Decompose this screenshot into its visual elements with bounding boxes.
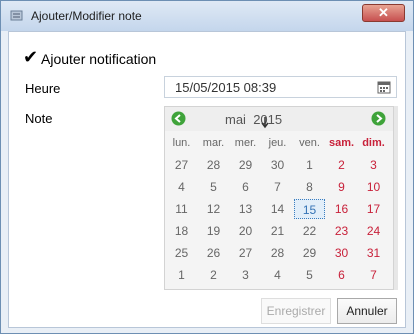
notification-label: Ajouter notification (41, 51, 157, 67)
weekday-header: lun. (172, 137, 191, 149)
calendar-day[interactable]: 21 (262, 221, 293, 241)
calendar-day[interactable]: 13 (230, 199, 261, 219)
calendar-day[interactable]: 27 (166, 155, 197, 175)
weekday-header: mer. (234, 137, 257, 149)
calendar-day[interactable]: 7 (358, 265, 389, 285)
close-button[interactable]: ✕ (362, 4, 405, 22)
calendar-day[interactable]: 1 (294, 155, 325, 175)
calendar-day[interactable]: 6 (230, 177, 261, 197)
calendar-day[interactable]: 7 (262, 177, 293, 197)
notebook-icon (10, 10, 23, 21)
calendar-day[interactable]: 11 (166, 199, 197, 219)
calendar-day[interactable]: 14 (262, 199, 293, 219)
calendar-day[interactable]: 19 (198, 221, 229, 241)
calendar-day[interactable]: 28 (262, 243, 293, 263)
calendar-day[interactable]: 16 (326, 199, 357, 219)
checkmark-icon: ✔ (23, 47, 39, 67)
weekday-header: sam. (328, 137, 355, 149)
calendar-day[interactable]: 17 (358, 199, 389, 219)
calendar-day[interactable]: 18 (166, 221, 197, 241)
arrow-left-icon[interactable] (171, 111, 186, 126)
calendar-day[interactable]: 9 (326, 177, 357, 197)
calendar-day[interactable]: 30 (326, 243, 357, 263)
calendar-day[interactable]: 3 (230, 265, 261, 285)
calendar-day[interactable]: 12 (198, 199, 229, 219)
heure-label: Heure (25, 81, 61, 96)
calendar-day[interactable]: 5 (198, 177, 229, 197)
calendar-month: mai (225, 112, 246, 127)
calendar-day[interactable]: 15 (294, 199, 325, 219)
calendar-day[interactable]: 2 (198, 265, 229, 285)
title-bar: Ajouter/Modifier note ✕ (1, 1, 413, 31)
calendar-day[interactable]: 30 (262, 155, 293, 175)
weekday-header: dim. (362, 137, 385, 149)
note-scrollbar[interactable] (394, 106, 398, 290)
calendar-day[interactable]: 27 (230, 243, 261, 263)
calendar-day[interactable]: 26 (198, 243, 229, 263)
dialog-content: ✔ Ajouter notification Heure 15/05/2015 … (8, 31, 406, 328)
dialog-window: Ajouter/Modifier note ✕ ✔ Ajouter notifi… (0, 0, 414, 334)
heure-value: 15/05/2015 08:39 (175, 80, 277, 95)
window-title: Ajouter/Modifier note (31, 9, 142, 23)
calendar-day[interactable]: 8 (294, 177, 325, 197)
arrow-right-icon[interactable] (371, 111, 386, 126)
calendar-day[interactable]: 6 (326, 265, 357, 285)
calendar-day[interactable]: 23 (326, 221, 357, 241)
mouse-cursor-icon (261, 117, 269, 129)
calendar-icon[interactable] (377, 80, 391, 94)
cancel-button[interactable]: Annuler (337, 298, 397, 324)
save-button[interactable]: Enregistrer (261, 298, 331, 324)
calendar-day[interactable]: 10 (358, 177, 389, 197)
calendar-month-year[interactable]: mai 2015 (225, 112, 282, 127)
calendar-day[interactable]: 25 (166, 243, 197, 263)
calendar-day[interactable]: 4 (166, 177, 197, 197)
calendar-day[interactable]: 22 (294, 221, 325, 241)
heure-input[interactable]: 15/05/2015 08:39 (164, 76, 397, 98)
calendar-popup: mai 2015 lun. mar. mer. jeu. ven. sam. dim. 27 2… (164, 106, 394, 290)
calendar-day[interactable]: 5 (294, 265, 325, 285)
calendar-header: mai 2015 (165, 107, 393, 131)
calendar-day[interactable]: 24 (358, 221, 389, 241)
weekday-header: mar. (202, 137, 225, 149)
weekday-header: ven. (299, 137, 320, 149)
calendar-day[interactable]: 2 (326, 155, 357, 175)
calendar-day[interactable]: 3 (358, 155, 389, 175)
calendar-day[interactable]: 28 (198, 155, 229, 175)
calendar-day[interactable]: 29 (230, 155, 261, 175)
weekday-header: jeu. (268, 137, 287, 149)
note-label: Note (25, 111, 53, 126)
close-icon: ✕ (378, 5, 389, 20)
calendar-day[interactable]: 31 (358, 243, 389, 263)
calendar-day[interactable]: 1 (166, 265, 197, 285)
calendar-day[interactable]: 4 (262, 265, 293, 285)
calendar-day[interactable]: 29 (294, 243, 325, 263)
calendar-day[interactable]: 20 (230, 221, 261, 241)
